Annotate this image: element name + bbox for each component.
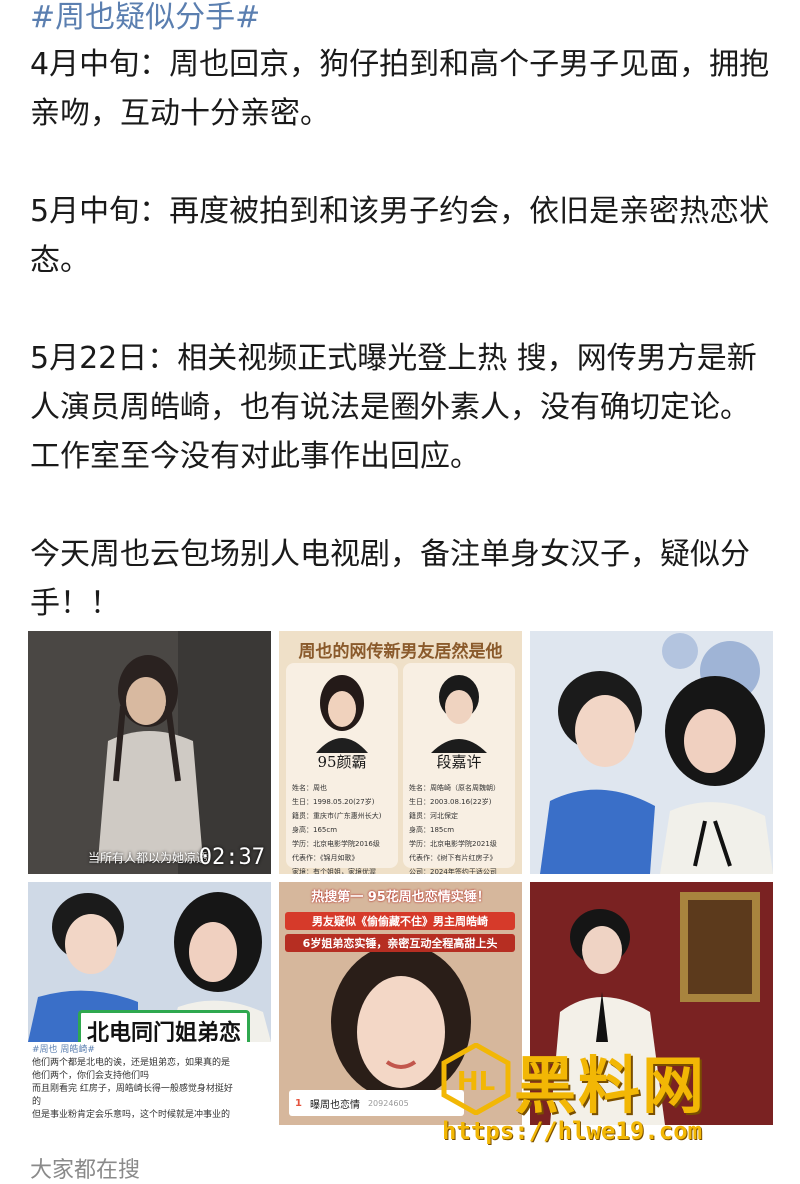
hot-search-line: 6岁姐弟恋实锤，亲密互动全程高甜上头 <box>285 934 515 952</box>
info-row: 学历：北京电影学院2021级 <box>409 840 497 848</box>
couple-photo <box>530 631 773 874</box>
poster-card-left: 95颜霸 姓名：周也 生日：1998.05.20(27岁) 籍贯：重庆市(广东惠… <box>286 663 398 874</box>
video-caption: 当所有人都以为她凉透 <box>88 851 209 865</box>
profile-poster-image[interactable]: 周也的网传新男友居然是他 95颜霸 姓名：周也 生日：1998.05.20(27… <box>279 631 522 874</box>
snippet-hashtag: #周也 周皓崎# <box>32 1045 95 1055</box>
couple-photo-image[interactable] <box>530 631 773 874</box>
info-row: 公司：2024年签约于适公司 <box>409 868 497 874</box>
portrait-image <box>431 675 487 753</box>
snippet-line: 他们两个，你们会支持他们吗 <box>32 1071 150 1081</box>
info-row: 身高：185cm <box>409 826 455 834</box>
info-row: 籍贯：重庆市(广东惠州长大) <box>292 812 382 820</box>
related-searches-label: 大家都在搜 <box>30 1158 141 1183</box>
post-paragraph: 4月中旬：周也回京，狗仔拍到和高个子男子见面，拥抱亲吻，互动十分亲密。 <box>30 47 770 131</box>
snippet-line: 而且刚看完 红房子，周皓崎长得一般感觉身材挺好 <box>32 1084 233 1094</box>
svg-text:HL: HL <box>457 1067 495 1097</box>
hot-search-bar: 1 曝周也恋情 20924605 <box>289 1090 464 1116</box>
post-paragraph: 5月中旬：再度被拍到和该男子约会，依旧是亲密热恋状态。 <box>30 194 770 278</box>
hot-search-title: 热搜第一 95花周也恋情实锤！ <box>311 890 490 905</box>
info-row: 姓名：周也 <box>292 784 327 792</box>
info-row: 生日：1998.05.20(27岁) <box>292 798 375 806</box>
post-paragraph: 今天周也云包场别人电视剧，备注单身女汉子，疑似分手！！ <box>30 537 750 621</box>
hot-count: 20924605 <box>367 1098 409 1108</box>
watermark-logo-icon: HL <box>441 1043 511 1115</box>
hot-query: 曝周也恋情 <box>309 1099 360 1111</box>
portrait-image <box>316 675 368 753</box>
video-duration: 02:37 <box>198 845 265 870</box>
post-body: 4月中旬：周也回京，狗仔拍到和高个子男子见面，拥抱亲吻，互动十分亲密。 5月中旬… <box>30 40 775 677</box>
hot-search-line: 男友疑似《偷偷藏不住》男主周皓崎 <box>285 912 515 930</box>
site-watermark: HL 黑料网 https://hlwe19.com <box>440 1035 780 1155</box>
poster-left-rows: 姓名：周也 生日：1998.05.20(27岁) 籍贯：重庆市(广东惠州长大) … <box>292 781 381 874</box>
snippet-line: 他们两个都是北电的诶，还是姐弟恋，如果真的是 <box>32 1058 231 1068</box>
couple-post-image[interactable]: 北电同门姐弟恋 #周也 周皓崎# 他们两个都是北电的诶，还是姐弟恋，如果真的是 … <box>28 882 271 1125</box>
poster-title: 周也的网传新男友居然是他 <box>298 642 503 662</box>
watermark-url: https://hlwe19.com <box>442 1117 703 1145</box>
poster-card-right: 段嘉许 姓名：周皓崎（原名周魏朝） 生日：2003.08.16(22岁) 籍贯：… <box>403 663 515 874</box>
snippet-line: 但是事业粉肯定会乐意吗，这个时候就是冲事业的 <box>32 1110 231 1120</box>
post-hashtag[interactable]: #周也疑似分手# <box>30 0 260 36</box>
post-paragraph: 5月22日：相关视频正式曝光登上热 搜，网传男方是新人演员周皓崎，也有说法是圈外… <box>30 341 757 474</box>
info-row: 生日：2003.08.16(22岁) <box>409 798 492 806</box>
info-row: 身高：165cm <box>292 826 338 834</box>
info-row: 代表作：《锦月如歌》 <box>292 854 359 862</box>
watermark-name: 黑料网 <box>514 1049 707 1122</box>
weibo-snippet: #周也 周皓崎# 他们两个都是北电的诶，还是姐弟恋，如果真的是 他们两个，你们会… <box>28 1042 271 1125</box>
video-thumbnail[interactable]: 当所有人都以为她凉透 02:37 <box>28 631 271 874</box>
info-row: 学历：北京电影学院2016级 <box>292 840 380 848</box>
info-row: 籍贯：河北保定 <box>409 812 458 820</box>
info-row: 姓名：周皓崎（原名周魏朝） <box>409 784 500 792</box>
info-row: 家境：有个姐姐，家境优渥 <box>292 868 376 874</box>
snippet-line: 的 <box>32 1097 42 1107</box>
poster-left-name: 95颜霸 <box>317 753 367 771</box>
video-frame-image <box>28 631 271 874</box>
hot-rank: 1 <box>295 1097 302 1109</box>
info-row: 代表作：《树下有片红房子》 <box>409 854 497 862</box>
poster-right-rows: 姓名：周皓崎（原名周魏朝） 生日：2003.08.16(22岁) 籍贯：河北保定… <box>409 781 500 874</box>
poster-right-name: 段嘉许 <box>436 753 482 771</box>
